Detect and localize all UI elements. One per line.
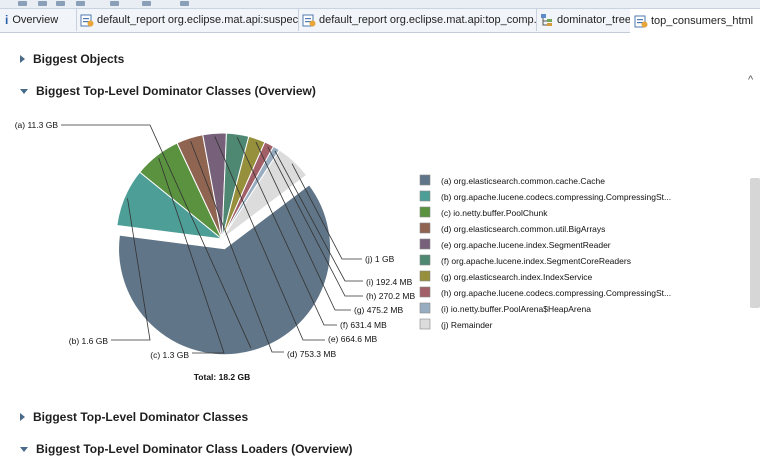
legend-entry: (a) org.elasticsearch.common.cache.Cache — [441, 176, 605, 186]
toolbar-strip — [0, 0, 760, 9]
editor-tab-bar: i Overview default_report org.eclipse.ma… — [0, 9, 760, 33]
tree-icon — [541, 14, 552, 26]
tab-default-report-top-components[interactable]: default_report org.eclipse.mat.api:top_c… — [298, 9, 537, 31]
legend-entry: (g) org.elasticsearch.index.IndexService — [441, 272, 592, 282]
tab-label: default_report org.eclipse.mat.api:top_c… — [319, 14, 537, 26]
tab-label: dominator_tree — [557, 14, 631, 26]
legend-swatch — [419, 318, 431, 330]
report-icon — [302, 14, 316, 27]
legend-swatch — [419, 302, 431, 314]
section-dominator-classes[interactable]: Biggest Top-Level Dominator Classes — [20, 410, 248, 424]
tab-label: Overview — [12, 14, 59, 26]
toolbar-icon[interactable] — [56, 1, 65, 6]
toolbar-icon[interactable] — [18, 1, 27, 6]
legend-swatch — [419, 238, 431, 250]
legend-swatch — [419, 222, 431, 234]
pie-slice-label: (g) 475.2 MB — [354, 305, 403, 315]
legend-swatch — [419, 254, 431, 266]
legend-swatch — [419, 286, 431, 298]
tab-overview[interactable]: i Overview — [0, 9, 77, 31]
chart-total-label: Total: 18.2 GB — [194, 372, 251, 382]
toolbar-icon[interactable] — [110, 1, 119, 6]
section-title: Biggest Top-Level Dominator Classes — [33, 410, 249, 424]
legend-entry: (f) org.apache.lucene.index.SegmentCoreR… — [441, 256, 631, 266]
pie-slice-label: (d) 753.3 MB — [287, 349, 336, 359]
legend-swatch — [419, 270, 431, 282]
tab-dominator-tree[interactable]: dominator_tree — [536, 9, 631, 31]
pie-slice-label: (i) 192.4 MB — [366, 277, 413, 287]
toolbar-icon[interactable] — [180, 1, 189, 6]
report-icon — [80, 14, 94, 27]
legend-swatch — [419, 174, 431, 186]
toolbar-icon[interactable] — [76, 1, 85, 6]
tab-label: top_consumers_html — [651, 14, 754, 27]
toolbar-icon[interactable] — [142, 1, 151, 6]
pie-slice-label: (j) 1 GB — [365, 254, 395, 264]
legend-entry: (b) org.apache.lucene.codecs.compressing… — [441, 192, 671, 202]
expand-triangle-icon[interactable] — [20, 413, 25, 421]
pie-chart: (a) 11.3 GB (b) 1.6 GB (c) 1.3 GB (d) 753.3… — [15, 120, 671, 382]
legend-entry: (d) org.elasticsearch.common.util.BigArr… — [441, 224, 605, 234]
pie-slice-label: (h) 270.2 MB — [366, 291, 415, 301]
legend-entry: (e) org.apache.lucene.index.SegmentReade… — [441, 240, 611, 250]
legend-swatch — [419, 190, 431, 202]
scroll-up-icon[interactable]: ^ — [748, 74, 753, 86]
legend-entry: (i) io.netty.buffer.PoolArena$HeapArena — [441, 304, 591, 314]
toolbar-icon[interactable] — [38, 1, 47, 6]
section-title: Biggest Top-Level Dominator Class Loader… — [36, 442, 353, 456]
report-content: Biggest Objects Biggest Top-Level Domina… — [0, 33, 760, 469]
legend-entry: (j) Remainder — [441, 320, 493, 330]
tab-top-consumers-html[interactable]: top_consumers_html ☒ — [630, 9, 760, 33]
legend-entry: (c) io.netty.buffer.PoolChunk — [441, 208, 548, 218]
pie-slice-label: (e) 664.6 MB — [328, 334, 377, 344]
section-dominator-class-loaders-overview[interactable]: Biggest Top-Level Dominator Class Loader… — [20, 442, 353, 456]
tab-default-report-suspects[interactable]: default_report org.eclipse.mat.api:suspe… — [76, 9, 299, 31]
legend-entry: (h) org.apache.lucene.codecs.compressing… — [441, 288, 671, 298]
pie-slice-label: (b) 1.6 GB — [69, 336, 109, 346]
legend-swatch — [419, 206, 431, 218]
vertical-scrollbar[interactable] — [750, 178, 760, 308]
pie-slice-label: (a) 11.3 GB — [15, 120, 59, 130]
collapse-triangle-icon[interactable] — [20, 446, 28, 452]
pie-slice-label: (f) 631.4 MB — [340, 320, 387, 330]
pie-slice-label: (c) 1.3 GB — [150, 350, 189, 360]
info-icon: i — [5, 13, 9, 27]
tab-label: default_report org.eclipse.mat.api:suspe… — [97, 14, 299, 26]
report-icon — [634, 15, 648, 27]
